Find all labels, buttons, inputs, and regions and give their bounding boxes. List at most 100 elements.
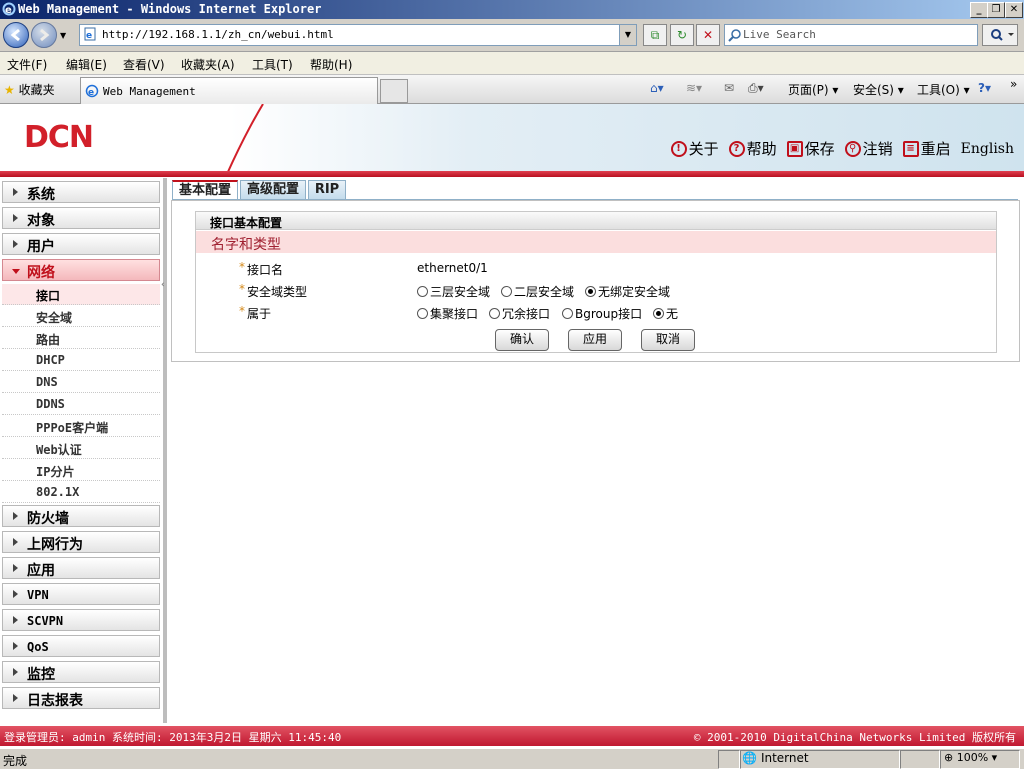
zoom-level[interactable]: ⊕ 100% ▾ [944,751,997,764]
stop-icon[interactable]: ✕ [696,24,720,46]
sidebar-section-scvpn[interactable]: SCVPN [2,609,160,631]
apply-button[interactable]: 应用 [568,329,622,351]
page-menu-label: 页面(P) [788,83,829,97]
menu-help[interactable]: 帮助(H) [310,56,352,73]
chevron-more-icon[interactable]: » [1010,77,1017,91]
help-circle-icon[interactable]: ?▾ [978,81,991,95]
tools-menu-button[interactable]: 工具(O) ▾ [917,81,970,98]
history-dropdown-icon[interactable]: ▼ [60,31,66,40]
menu-file[interactable]: 文件(F) [7,56,47,73]
save-link[interactable]: ▣ 保存 [786,138,835,159]
radio-icon [562,308,573,319]
browser-tab[interactable]: e Web Management [80,77,378,104]
belongs-redundant-radio[interactable]: 冗余接口 [489,305,550,322]
sidebar-item-web-auth[interactable]: Web认证 [2,438,160,459]
sidebar-item-dhcp[interactable]: DHCP [2,350,160,371]
sidebar-item-routing[interactable]: 路由 [2,328,160,349]
sidebar: 系统 对象 用户 网络 接口 安全域 路由 DHCP DNS DDNS PPPo… [0,178,167,723]
zone-type-l3-radio[interactable]: 三层安全域 [417,283,490,300]
sidebar-item-label: 接口 [36,289,61,303]
zone-type-l2-radio[interactable]: 二层安全域 [501,283,574,300]
page-menu-button[interactable]: 页面(P) ▾ [788,81,838,98]
sidebar-section-label: 用户 [27,239,55,255]
sidebar-section-monitor[interactable]: 监控 [2,661,160,683]
restore-button[interactable]: ❐ [987,2,1005,18]
tab-rip[interactable]: RIP [308,180,346,200]
sidebar-section-users[interactable]: 用户 [2,233,160,255]
sidebar-section-vpn[interactable]: VPN [2,583,160,605]
sidebar-collapse-handle[interactable]: ‹ [161,280,166,304]
sidebar-section-system[interactable]: 系统 [2,181,160,203]
radio-label: 二层安全域 [514,285,575,299]
search-input[interactable]: Live Search [724,24,978,46]
language-link[interactable]: English [961,138,1014,159]
safety-menu-button[interactable]: 安全(S) ▾ [853,81,904,98]
refresh-icon[interactable]: ↻ [670,24,694,46]
back-button[interactable] [3,22,29,48]
tab-advanced-config[interactable]: 高级配置 [240,180,306,200]
belongs-bgroup-radio[interactable]: Bgroup接口 [562,305,642,322]
sidebar-item-ip-fragment[interactable]: IP分片 [2,460,160,481]
belongs-none-radio[interactable]: 无 [653,305,678,322]
zone-type-unbound-radio[interactable]: 无绑定安全域 [585,283,670,300]
mail-icon[interactable]: ✉ [724,81,734,95]
print-icon[interactable]: ⎙▾ [748,81,764,96]
login-info: 登录管理员: admin 系统时间: 2013年3月2日 星期六 11:45:4… [4,731,342,744]
menu-edit[interactable]: 编辑(E) [66,56,107,73]
sidebar-item-ddns[interactable]: DDNS [2,394,160,415]
sidebar-item-dns[interactable]: DNS [2,372,160,393]
svg-text:e: e [86,31,92,41]
new-tab-button[interactable] [380,79,408,103]
search-placeholder: Live Search [743,28,816,41]
favorites-button[interactable]: ★ 收藏夹 [4,81,55,98]
address-bar[interactable]: e http://192.168.1.1/zh_cn/webui.html ▼ [79,24,637,46]
restart-link[interactable]: ≡ 重启 [902,138,951,159]
home-icon[interactable]: ⌂▾ [650,81,664,95]
sidebar-section-label: 网络 [27,265,55,281]
sidebar-section-web-behavior[interactable]: 上网行为 [2,531,160,553]
sidebar-item-label: PPPoE客户端 [36,421,109,435]
help-link[interactable]: ? 帮助 [728,138,777,159]
confirm-button[interactable]: 确认 [495,329,549,351]
chevron-right-icon [13,668,18,676]
sidebar-item-interface[interactable]: 接口 [2,284,160,305]
radio-icon [417,308,428,319]
about-link[interactable]: ! 关于 [670,138,719,159]
restart-icon: ≡ [902,140,919,157]
belongs-aggregate-radio[interactable]: 集聚接口 [417,305,478,322]
sidebar-section-firewall[interactable]: 防火墙 [2,505,160,527]
address-url: http://192.168.1.1/zh_cn/webui.html [102,28,334,41]
sidebar-item-8021x[interactable]: 802.1X [2,482,160,503]
chevron-right-icon [13,188,18,196]
address-dropdown-icon[interactable]: ▼ [619,25,636,45]
menu-tools[interactable]: 工具(T) [252,56,293,73]
interface-name-label: 接口名 [247,263,284,277]
protected-mode-segment[interactable] [900,750,940,769]
close-window-button[interactable]: ✕ [1005,2,1023,18]
chevron-right-icon [13,616,18,624]
dcn-logo: DCN [24,120,94,155]
sidebar-item-label: DNS [36,375,58,389]
sidebar-section-objects[interactable]: 对象 [2,207,160,229]
sidebar-section-network[interactable]: 网络 [2,259,160,281]
svg-text:e: e [5,5,12,16]
sidebar-section-logs[interactable]: 日志报表 [2,687,160,709]
sidebar-item-security-zone[interactable]: 安全域 [2,306,160,327]
sidebar-section-application[interactable]: 应用 [2,557,160,579]
minimize-button[interactable]: _ [970,2,988,18]
feeds-icon[interactable]: ≋▾ [686,81,702,95]
sidebar-section-label: SCVPN [27,614,64,628]
logout-link[interactable]: ⚲ 注销 [844,138,893,159]
sidebar-section-qos[interactable]: QoS [2,635,160,657]
sidebar-item-label: 802.1X [36,485,80,499]
cancel-button[interactable]: 取消 [641,329,695,351]
sidebar-item-pppoe[interactable]: PPPoE客户端 [2,416,160,437]
about-label: 关于 [688,140,719,158]
compatibility-icon[interactable]: ⧉ [643,24,667,46]
search-button[interactable] [982,24,1018,46]
menu-favorites[interactable]: 收藏夹(A) [181,56,235,73]
config-panel: 接口基本配置 名字和类型 * 接口名 ethernet0/1 * 安全域类型 三… [171,200,1020,362]
menu-view[interactable]: 查看(V) [123,56,165,73]
forward-button[interactable] [31,22,57,48]
tab-basic-config[interactable]: 基本配置 [172,180,238,200]
